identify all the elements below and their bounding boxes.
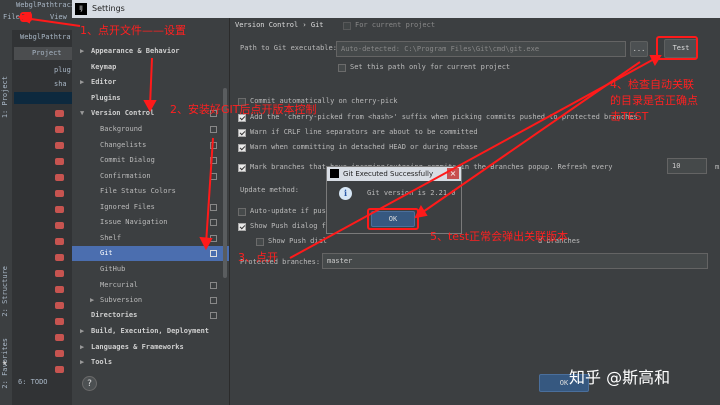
annotation-step3: 3、点开 [238,251,278,264]
arrow-step2 [149,57,153,107]
annotation-step2: 2、安装好GIT后点开版本控制 [170,103,317,116]
annotation-step4-line1: 4、检查自动关联 [610,78,694,91]
annotation-step4-line3: 击TEST [610,110,649,123]
arrow-step5 [419,61,641,215]
watermark: 知乎 @斯高和 [569,368,671,387]
annotation-step1: 1、点开文件——设置 [80,24,186,37]
arrow-step3 [205,137,214,245]
annotation-box-ok [367,208,419,230]
annotation-step4-line2: 的目录是否正确点 [610,94,698,107]
arrow-step1 [23,17,81,27]
annotation-step5: 5、test正常会弹出关联版本 [430,230,569,243]
arrow-head-step3 [199,236,213,251]
annotation-box-file [20,12,32,22]
annotation-arrows [17,11,662,259]
arrow-head-step2 [143,100,157,113]
annotation-box-test [656,36,698,60]
